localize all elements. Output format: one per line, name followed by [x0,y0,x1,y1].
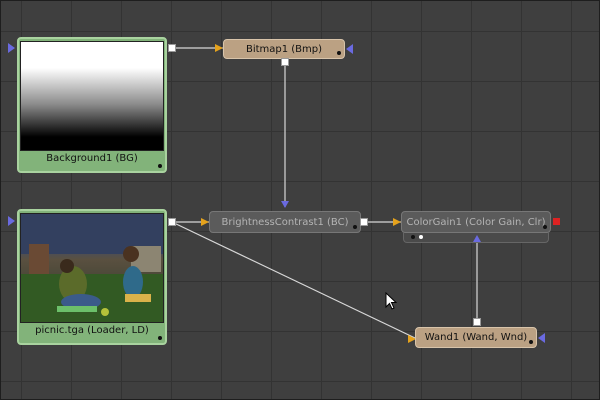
node-loader-status-dot [158,336,162,340]
brightness-mask-input-port[interactable] [281,201,289,208]
node-background[interactable]: Background1 (BG) [17,37,167,173]
wand-mask-input-port[interactable] [538,333,545,343]
node-brightness-contrast[interactable]: BrightnessContrast1 (BC) [209,211,361,233]
bitmap-input-port[interactable] [215,44,223,52]
node-bitmap[interactable]: Bitmap1 (Bmp) [223,39,345,59]
colorgain-mask-input-port[interactable] [473,235,481,242]
node-brightness-status-dot [353,225,357,229]
node-bitmap-label: Bitmap1 (Bmp) [245,43,323,55]
colorgain-extra-dot-2 [419,235,423,239]
node-background-status-dot [158,164,162,168]
bitmap-mask-input-port[interactable] [346,44,353,54]
colorgain-extra-dot-1 [411,235,415,239]
loader-thumbnail [20,213,164,323]
background-mask-input-port[interactable] [8,43,15,53]
node-colorgain-label: ColorGain1 (Color Gain, Clr) [406,216,546,228]
colorgain-output-port[interactable] [553,218,560,225]
wire-loader-to-wand [171,221,416,339]
node-wand-label: Wand1 (Wand, Wnd) [424,332,528,343]
node-loader[interactable]: picnic.tga (Loader, LD) [17,209,167,345]
node-bitmap-status-dot [337,51,341,55]
bitmap-output-port[interactable] [281,58,289,66]
mouse-cursor-icon [385,292,398,310]
node-color-gain[interactable]: ColorGain1 (Color Gain, Clr) [401,211,551,233]
loader-mask-input-port[interactable] [8,216,15,226]
background-thumbnail [20,41,164,151]
node-wand-status-dot [529,340,533,344]
picnic-photo-preview [21,214,163,322]
node-wand[interactable]: Wand1 (Wand, Wnd) [415,327,537,348]
colorgain-input-port[interactable] [393,218,401,226]
loader-output-port[interactable] [168,218,176,226]
node-background-label: Background1 (BG) [46,153,138,164]
background-output-port[interactable] [168,44,176,52]
wand-output-port[interactable] [473,318,481,326]
brightness-output-port[interactable] [360,218,368,226]
brightness-input-port[interactable] [201,218,209,226]
flow-editor-canvas[interactable]: Background1 (BG) Bitmap1 (Bmp) picnic.tg… [0,0,600,400]
node-loader-label: picnic.tga (Loader, LD) [35,325,149,336]
node-colorgain-status-dot [543,225,547,229]
node-brightness-label: BrightnessContrast1 (BC) [221,216,349,228]
